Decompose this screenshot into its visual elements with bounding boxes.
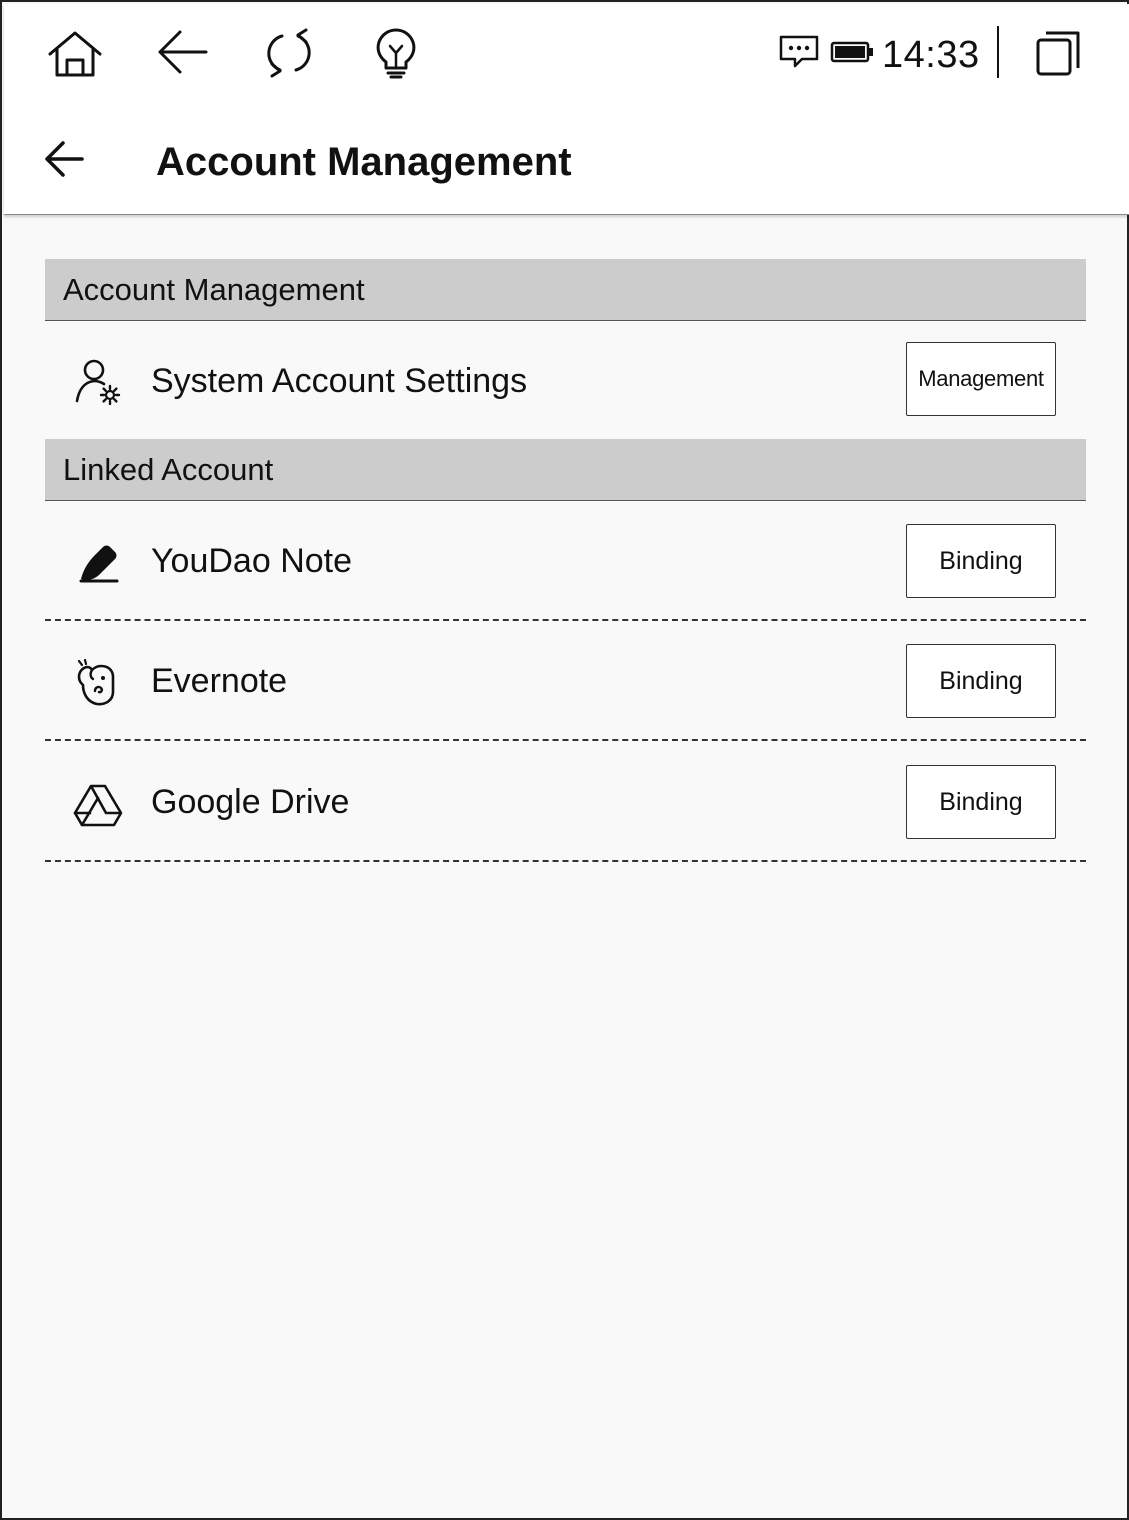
status-clock: 14:33 xyxy=(882,34,980,76)
binding-button-youdao-note[interactable]: Binding xyxy=(906,524,1056,598)
header-back-icon[interactable] xyxy=(42,137,86,181)
window-switch-icon[interactable] xyxy=(1034,28,1084,78)
user-settings-icon xyxy=(75,359,121,406)
list-item-system-account-settings[interactable]: System Account Settings Management xyxy=(45,321,1086,441)
item-label: Google Drive xyxy=(151,783,350,821)
binding-button-google-drive[interactable]: Binding xyxy=(906,765,1056,839)
home-icon[interactable] xyxy=(46,28,104,80)
item-label: YouDao Note xyxy=(151,542,353,580)
refresh-icon[interactable] xyxy=(262,26,316,80)
list-item-evernote[interactable]: Evernote Binding xyxy=(45,621,1086,741)
screen-frame: 14:33 Account Management Account Managem… xyxy=(0,0,1129,1520)
back-arrow-icon[interactable] xyxy=(154,28,210,76)
list-item-google-drive[interactable]: Google Drive Binding xyxy=(45,742,1086,862)
section-title: Linked Account xyxy=(63,452,274,487)
top-bar: 14:33 Account Management xyxy=(4,4,1129,215)
list-item-youdao-note[interactable]: YouDao Note Binding xyxy=(45,501,1086,621)
evernote-icon xyxy=(77,659,115,706)
section-title: Account Management xyxy=(63,272,365,307)
message-icon xyxy=(779,35,819,68)
battery-icon xyxy=(830,41,873,63)
page-title: Account Management xyxy=(156,140,572,184)
item-label: Evernote xyxy=(151,662,288,700)
binding-button-evernote[interactable]: Binding xyxy=(906,644,1056,718)
status-divider xyxy=(997,26,999,78)
google-drive-icon xyxy=(73,784,123,827)
management-button[interactable]: Management xyxy=(906,342,1056,416)
item-label: System Account Settings xyxy=(151,362,528,400)
section-header-linked-account: Linked Account xyxy=(45,439,1086,501)
lightbulb-icon[interactable] xyxy=(372,26,420,80)
note-pen-icon xyxy=(79,545,119,583)
section-header-account-management: Account Management xyxy=(45,259,1086,321)
